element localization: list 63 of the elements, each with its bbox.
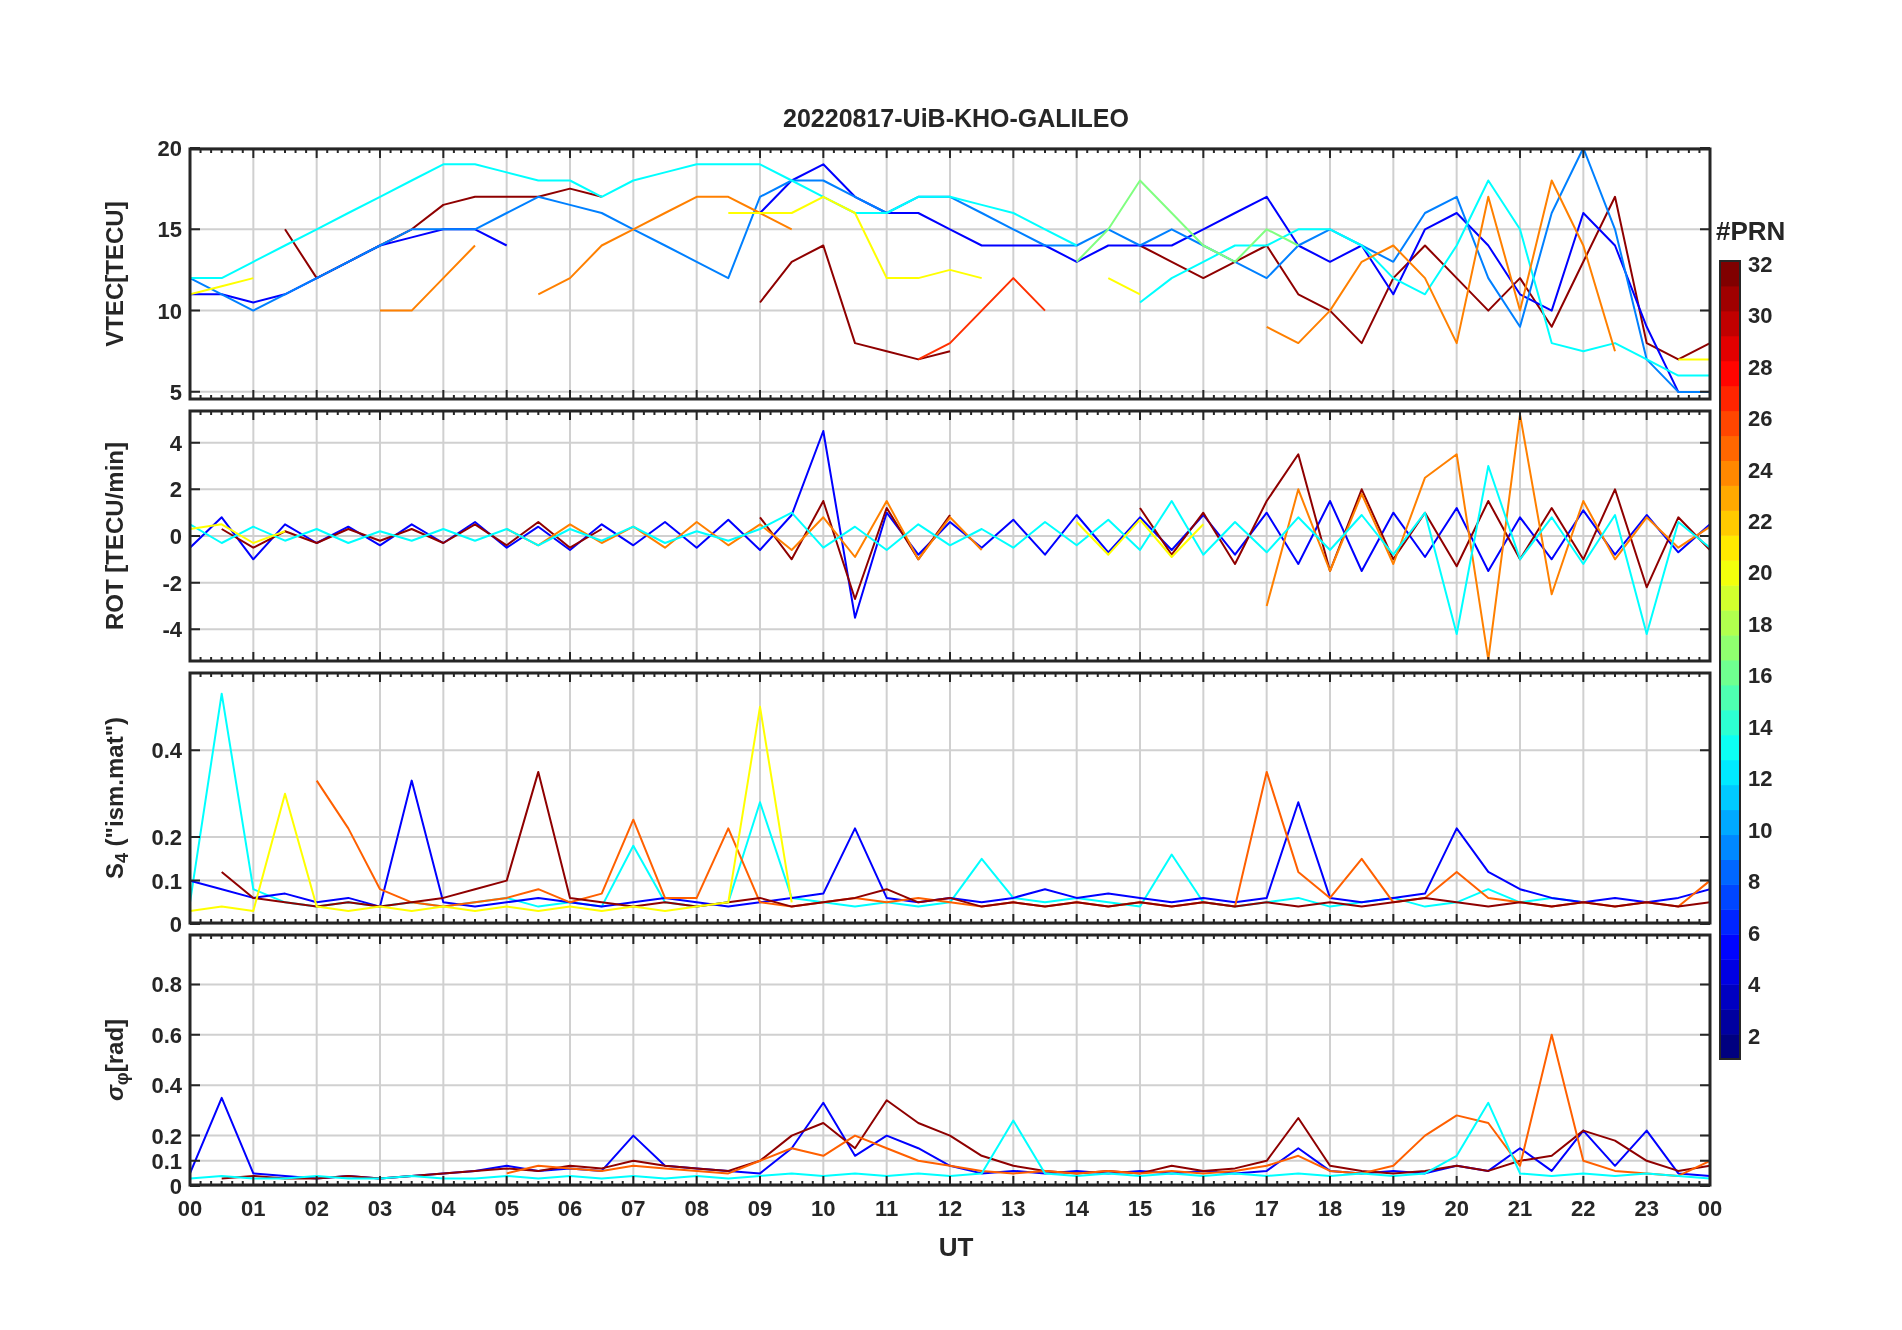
tick-label: 00 (1697, 1195, 1723, 1221)
tick-label: 16 (1191, 1195, 1216, 1221)
tick-label: 12 (1748, 766, 1773, 792)
tick-label: 16 (1748, 663, 1773, 689)
tick-label: 07 (621, 1195, 646, 1221)
tick-label: 10 (811, 1195, 836, 1221)
tick-label: -4 (162, 616, 182, 642)
tick-label: 02 (304, 1195, 329, 1221)
axis-label: VTEC[TECU] (100, 200, 129, 347)
tick-label: 0.2 (151, 824, 182, 850)
tick-label: 17 (1254, 1195, 1279, 1221)
tick-label: 26 (1748, 406, 1773, 432)
tick-label: 20 (157, 135, 182, 161)
tick-label: 0 (169, 911, 182, 937)
tick-label: 22 (1571, 1195, 1596, 1221)
tick-label: 28 (1748, 354, 1773, 380)
tick-label: 0.1 (151, 868, 182, 894)
tick-label: 05 (494, 1195, 519, 1221)
tick-label: 0.6 (151, 1022, 182, 1048)
tick-label: 20 (1444, 1195, 1469, 1221)
tick-label: 30 (1748, 303, 1773, 329)
colorbar-title: #PRN (1716, 215, 1787, 248)
tick-label: 22 (1748, 509, 1773, 534)
tick-label: 0 (169, 523, 182, 549)
tick-label: 21 (1507, 1195, 1533, 1221)
tick-label: 4 (169, 430, 182, 456)
tick-label: 18 (1317, 1195, 1343, 1221)
tick-label: 11 (875, 1195, 899, 1221)
tick-label: 19 (1381, 1195, 1406, 1221)
tick-label: 0.2 (151, 1123, 182, 1149)
tick-label: 03 (367, 1195, 393, 1221)
tick-label: 32 (1748, 251, 1773, 277)
tick-label: 13 (1001, 1195, 1026, 1221)
tick-label: 5 (169, 379, 182, 405)
tick-label: -2 (162, 570, 182, 596)
tick-label: 14 (1748, 714, 1773, 740)
tick-label: 01 (241, 1195, 266, 1221)
tick-label: 24 (1748, 457, 1773, 483)
tick-label: 18 (1748, 611, 1773, 637)
tick-label: 2 (1748, 1023, 1761, 1049)
tick-label: 8 (1748, 869, 1761, 895)
tick-label: 2 (169, 476, 182, 502)
tick-label: 23 (1634, 1195, 1659, 1221)
tick-label: 15 (157, 216, 182, 242)
tick-label: 14 (1064, 1195, 1089, 1221)
axis-label: ROT [TECU/min] (100, 441, 129, 630)
tick-label: 10 (1748, 817, 1773, 843)
tick-label: 0.8 (151, 971, 182, 997)
tick-label: 20 (1748, 560, 1773, 586)
tick-label: 0.4 (151, 737, 182, 763)
tick-label: 06 (557, 1195, 583, 1221)
tick-label: 15 (1127, 1195, 1153, 1221)
chart-title: 20220817-UiB-KHO-GALILEO (783, 103, 1129, 134)
tick-label: 08 (684, 1195, 709, 1221)
tick-label: 0.4 (151, 1072, 182, 1098)
tick-label: 0.1 (151, 1148, 182, 1174)
tick-label: 09 (747, 1195, 773, 1221)
tick-label: 6 (1748, 920, 1761, 946)
tick-label: 04 (431, 1195, 456, 1221)
tick-label: 12 (937, 1195, 963, 1221)
tick-label: 4 (1748, 972, 1761, 998)
axis-label: UT (938, 1230, 974, 1264)
tick-label: 10 (157, 298, 182, 324)
